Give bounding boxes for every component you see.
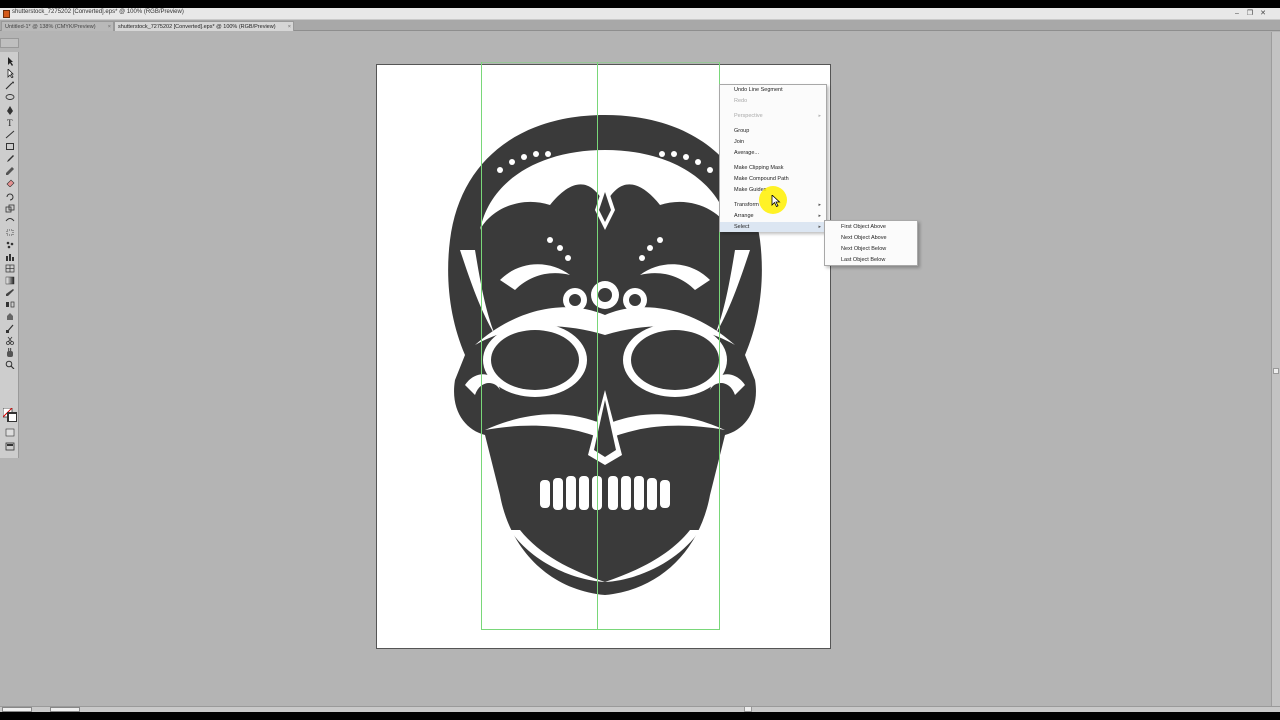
tab-close-icon[interactable]: ×: [288, 22, 291, 32]
menu-item-join[interactable]: Join: [720, 137, 826, 147]
menu-item-make-compound-path[interactable]: Make Compound Path: [720, 174, 826, 184]
submenu-arrow-icon: ▸: [818, 213, 821, 219]
submenu-item-next-object-below[interactable]: Next Object Below: [825, 244, 917, 255]
paintbrush-icon[interactable]: [5, 154, 15, 163]
symbol-sprayer-icon[interactable]: [5, 240, 15, 249]
menu-item-label: Undo Line Segment: [734, 87, 783, 93]
rotate-icon[interactable]: [5, 192, 15, 201]
slice-icon[interactable]: [5, 324, 15, 333]
menu-item-label: Make Clipping Mask: [734, 165, 784, 171]
selection-edge-center: [597, 62, 598, 630]
tab-close-icon[interactable]: ×: [108, 22, 111, 32]
pencil-icon[interactable]: [5, 166, 15, 175]
menu-item-undo-line-segment[interactable]: Undo Line Segment: [720, 85, 826, 95]
illustrator-window: shutterstock_7275202 [Converted].eps* @ …: [0, 0, 1280, 720]
menu-item-redo: Redo: [720, 96, 826, 106]
tab-label: Untitled-1* @ 138% (CMYK/Preview): [5, 24, 96, 30]
menu-item-group[interactable]: Group: [720, 126, 826, 136]
tab-untitled-1[interactable]: Untitled-1* @ 138% (CMYK/Preview) ×: [1, 21, 114, 31]
screen-mode-icon[interactable]: [5, 442, 15, 451]
svg-text:T: T: [7, 118, 13, 127]
menu-item-label: Average...: [734, 150, 759, 156]
lasso-icon[interactable]: [5, 93, 15, 102]
pen-icon[interactable]: [5, 106, 15, 115]
restore-button[interactable]: ❐: [1244, 9, 1256, 18]
vertical-scrollbar[interactable]: [1271, 32, 1280, 708]
submenu-item-label: Next Object Above: [841, 235, 887, 241]
submenu-item-label: Next Object Below: [841, 246, 887, 252]
draw-mode-icon[interactable]: [5, 428, 15, 437]
close-button[interactable]: ✕: [1257, 9, 1269, 18]
minimize-button[interactable]: –: [1231, 9, 1243, 18]
type-icon[interactable]: T: [5, 118, 15, 127]
menu-item-label: Perspective: [734, 113, 763, 119]
magic-wand-icon[interactable]: [5, 81, 15, 90]
mouse-cursor-icon: [771, 195, 781, 207]
live-paint-icon[interactable]: [5, 312, 15, 321]
selection-edge-left: [481, 62, 482, 630]
menu-item-average[interactable]: Average...: [720, 148, 826, 158]
selection-edge-top: [481, 62, 720, 63]
menu-item-perspective: Perspective ▸: [720, 111, 826, 121]
menu-item-select[interactable]: Select ▸: [720, 222, 826, 232]
tab-shutterstock[interactable]: shutterstock_7275202 [Converted].eps* @ …: [114, 21, 294, 31]
submenu-item-label: First Object Above: [841, 224, 886, 230]
submenu-item-next-object-above[interactable]: Next Object Above: [825, 233, 917, 244]
submenu-arrow-icon: ▸: [818, 113, 821, 119]
mesh-icon[interactable]: [5, 264, 15, 273]
submenu-item-last-object-below[interactable]: Last Object Below: [825, 255, 917, 266]
menu-item-label: Arrange: [734, 213, 754, 219]
tools-panel-grip[interactable]: [0, 38, 19, 48]
free-transform-icon[interactable]: [5, 228, 15, 237]
title-bar: shutterstock_7275202 [Converted].eps* @ …: [0, 8, 1280, 20]
submenu-arrow-icon: ▸: [818, 224, 821, 230]
submenu-item-label: Last Object Below: [841, 257, 886, 263]
blend-icon[interactable]: [5, 300, 15, 309]
menu-item-label: Group: [734, 128, 750, 134]
gradient-icon[interactable]: [5, 276, 15, 285]
hand-icon[interactable]: [5, 348, 15, 357]
eyedropper-icon[interactable]: [5, 288, 15, 297]
video-letterbox-top: [0, 0, 1280, 8]
scissors-icon[interactable]: [5, 336, 15, 345]
menu-item-label: Join: [734, 139, 745, 145]
selection-edge-bottom: [481, 629, 720, 630]
submenu-item-first-object-above[interactable]: First Object Above: [825, 222, 917, 233]
tools-panel: T: [0, 38, 19, 458]
illustrator-app-icon: [3, 10, 10, 18]
graph-icon[interactable]: [5, 252, 15, 261]
tab-label: shutterstock_7275202 [Converted].eps* @ …: [118, 24, 276, 30]
selection-tool-icon[interactable]: [5, 57, 15, 66]
window-title: shutterstock_7275202 [Converted].eps* @ …: [12, 9, 184, 15]
submenu-arrow-icon: ▸: [818, 202, 821, 208]
document-tab-bar: Untitled-1* @ 138% (CMYK/Preview) × shut…: [0, 20, 1280, 31]
menu-item-label: Transform: [734, 202, 759, 208]
zoom-icon[interactable]: [5, 360, 15, 369]
direct-selection-icon[interactable]: [5, 69, 15, 78]
menu-item-label: Select: [734, 224, 750, 230]
vertical-scroll-thumb[interactable]: [1273, 368, 1279, 374]
select-submenu: First Object Above Next Object Above Nex…: [824, 220, 918, 266]
menu-item-label: Redo: [734, 98, 748, 104]
line-icon[interactable]: [5, 130, 15, 139]
eraser-icon[interactable]: [5, 178, 15, 187]
fill-stroke-icon[interactable]: [2, 407, 18, 423]
menu-item-label: Make Compound Path: [734, 176, 789, 182]
video-letterbox-bottom: [0, 712, 1280, 720]
warp-icon[interactable]: [5, 216, 15, 225]
menu-item-make-clipping-mask[interactable]: Make Clipping Mask: [720, 163, 826, 173]
scale-icon[interactable]: [5, 204, 15, 213]
rectangle-icon[interactable]: [5, 142, 15, 151]
